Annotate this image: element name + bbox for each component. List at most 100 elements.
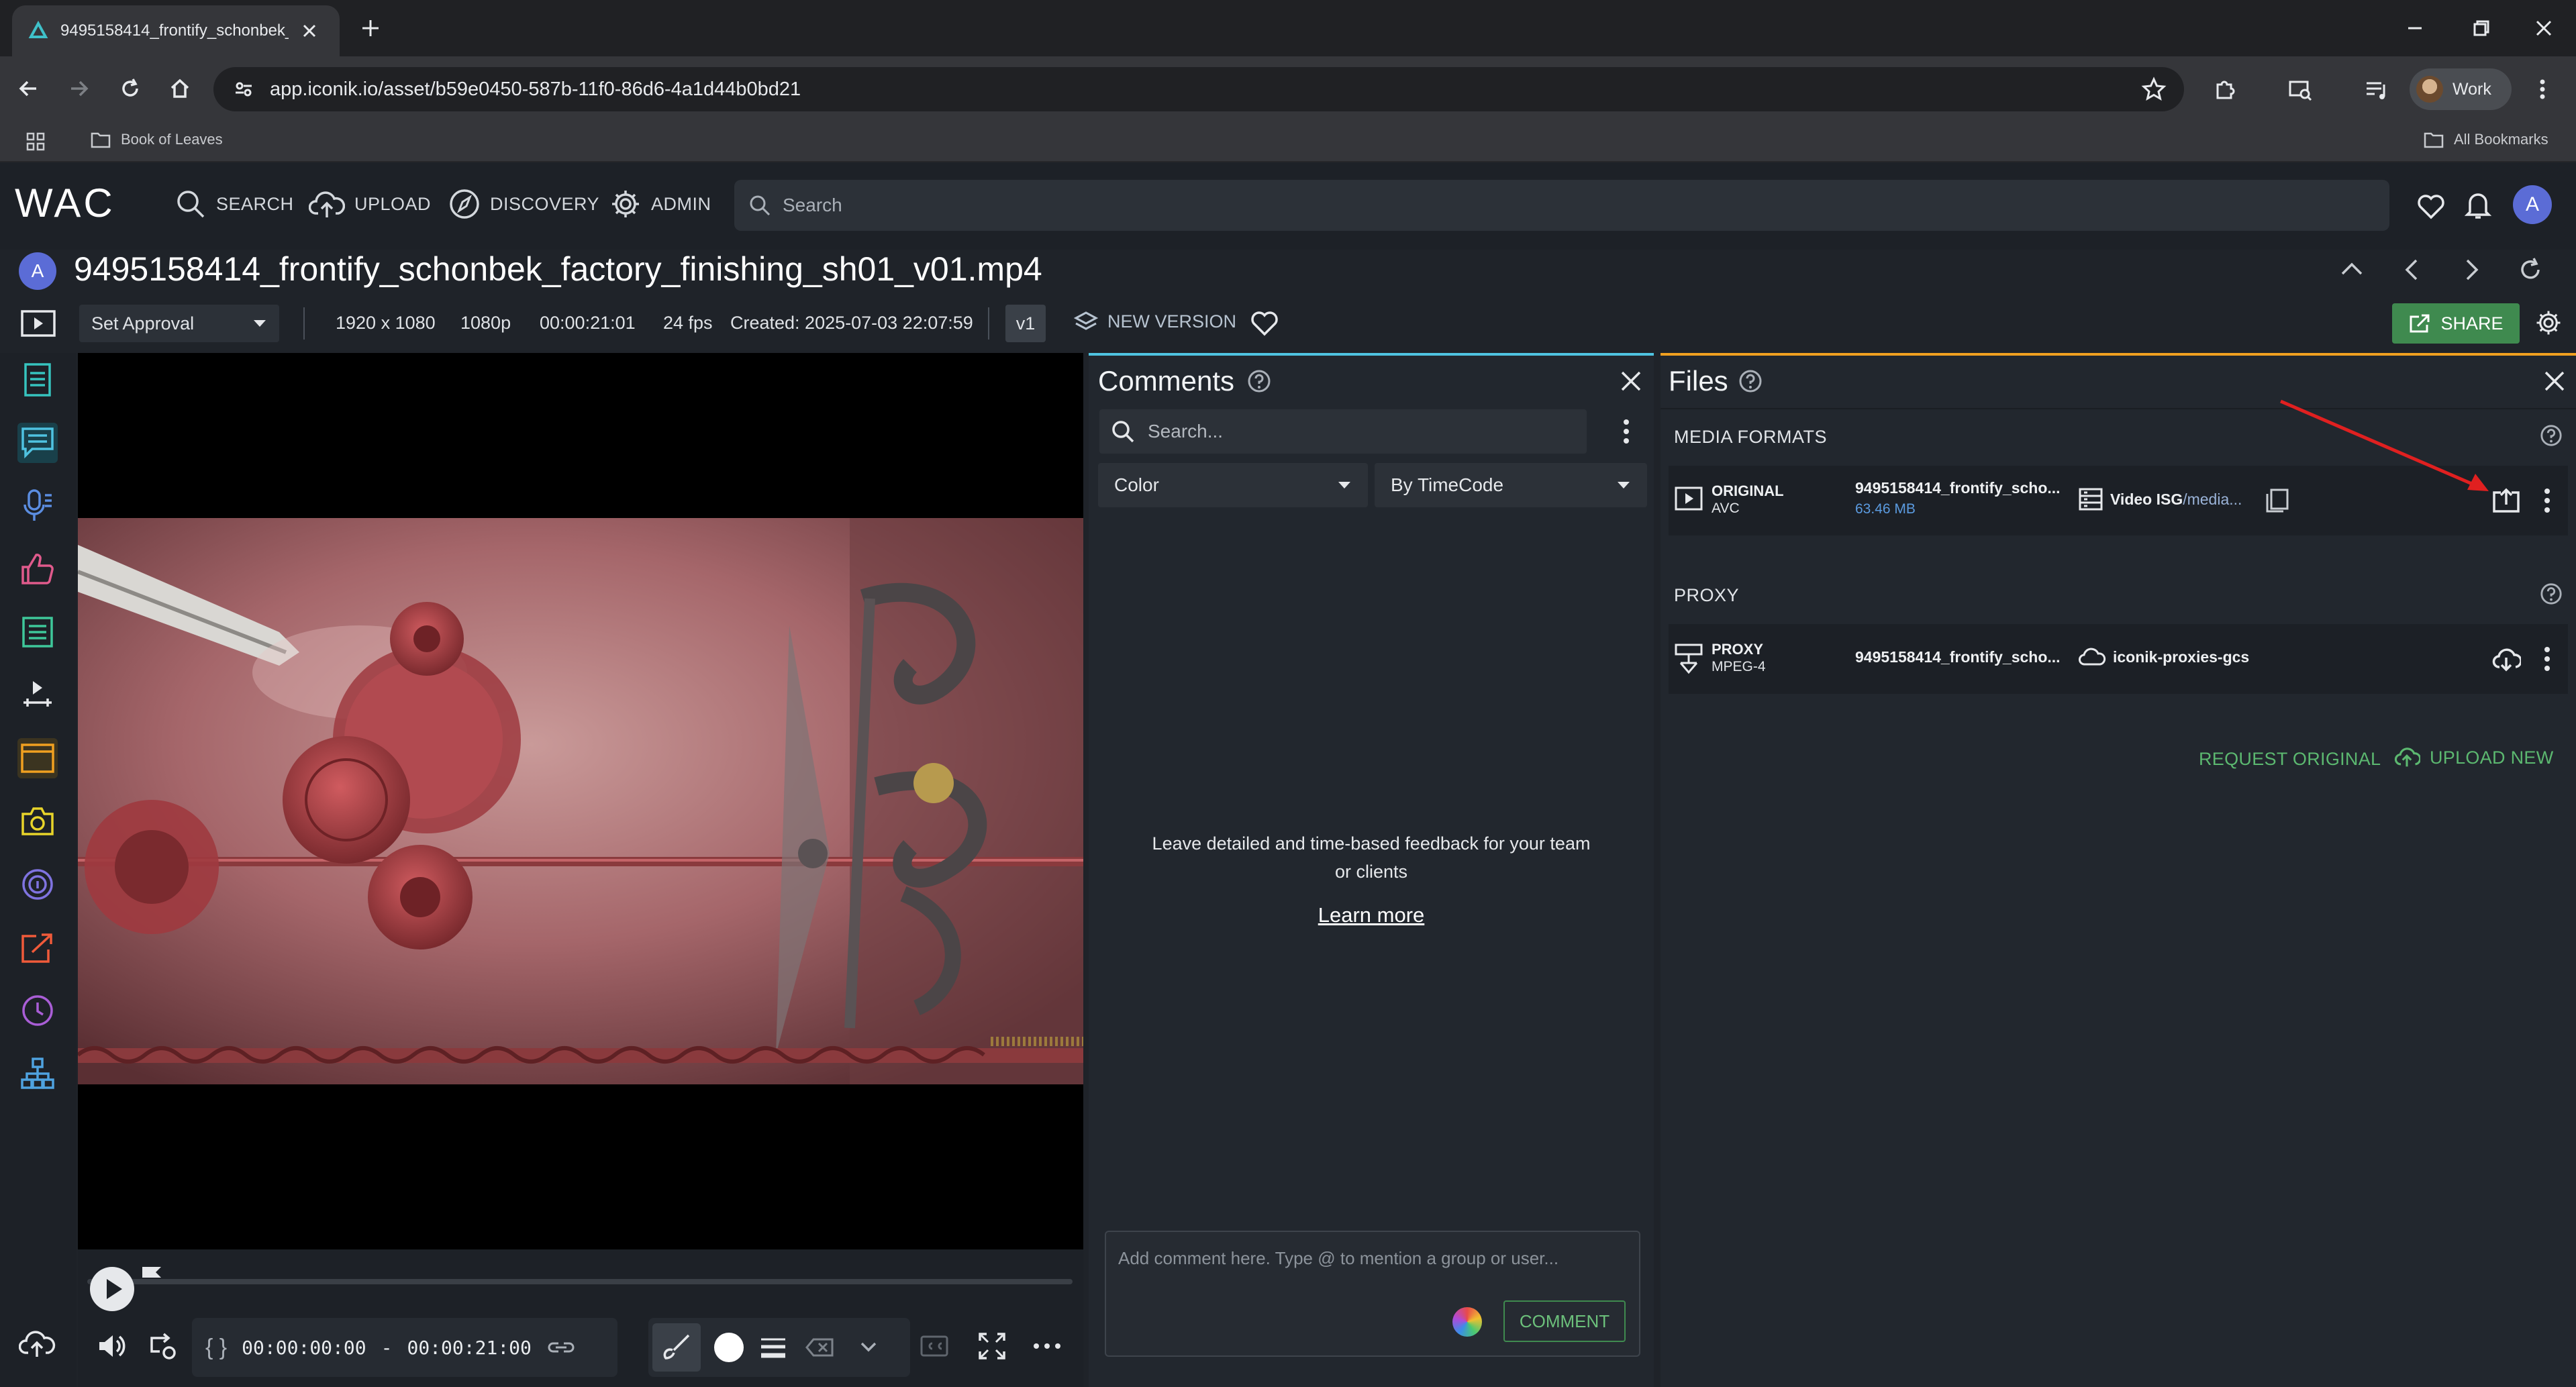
rail-notes-icon[interactable] — [17, 612, 58, 652]
rail-files-icon[interactable] — [17, 738, 58, 778]
timecode-range[interactable]: { } 00:00:00:00 - 00:00:21:00 — [192, 1318, 617, 1377]
upload-new-button[interactable]: UPLOAD NEW — [2393, 746, 2554, 769]
rail-comments-icon[interactable] — [17, 423, 58, 463]
comment-submit-button[interactable]: COMMENT — [1503, 1300, 1626, 1342]
player-mode-icon[interactable] — [20, 309, 56, 338]
favorites-heart-icon[interactable] — [2416, 192, 2446, 220]
bookmark-folder[interactable]: Book of Leaves — [90, 130, 223, 149]
notifications-bell-icon[interactable] — [2463, 189, 2493, 221]
nav-search-label: SEARCH — [216, 193, 294, 214]
sort-dropdown[interactable]: By TimeCode — [1375, 463, 1647, 507]
favorite-heart-icon[interactable] — [1250, 309, 1279, 337]
color-picker-swatch[interactable] — [714, 1333, 744, 1362]
collapse-up-icon[interactable] — [2338, 259, 2365, 279]
scrub-bar[interactable] — [87, 1279, 1073, 1284]
reload-icon[interactable] — [118, 76, 142, 101]
close-panel-icon[interactable] — [2542, 369, 2567, 393]
in-out-bracket-icon[interactable]: { } — [205, 1335, 227, 1361]
chevron-down-icon[interactable] — [859, 1341, 878, 1353]
back-icon[interactable] — [16, 76, 40, 101]
global-search-input[interactable]: Search — [734, 180, 2389, 231]
previous-asset-icon[interactable] — [2401, 256, 2422, 283]
rail-metadata-icon[interactable] — [17, 360, 58, 400]
comment-search-input[interactable]: Search... — [1099, 409, 1587, 454]
share-button[interactable]: SHARE — [2392, 303, 2520, 344]
site-settings-icon[interactable] — [234, 79, 254, 99]
rail-transcript-icon[interactable] — [17, 486, 58, 526]
cloud-icon — [2079, 648, 2106, 666]
timecode-end[interactable]: 00:00:21:00 — [407, 1337, 531, 1359]
comments-menu-icon[interactable] — [1622, 417, 1631, 446]
nav-upload[interactable]: UPLOAD — [309, 188, 431, 220]
app-logo[interactable]: WAC — [15, 180, 115, 226]
cloud-download-icon[interactable] — [2491, 647, 2521, 672]
request-original-button[interactable]: REQUEST ORIGINAL — [2199, 749, 2381, 770]
rail-history-icon[interactable] — [17, 990, 58, 1031]
learn-more-label[interactable]: Learn more — [1318, 903, 1425, 927]
help-icon[interactable] — [1738, 369, 1763, 393]
link-icon[interactable] — [546, 1338, 576, 1357]
new-tab-icon[interactable] — [360, 17, 381, 39]
help-icon[interactable] — [1247, 369, 1271, 393]
timecode-start[interactable]: 00:00:00:00 — [242, 1337, 366, 1359]
rail-timeline-icon[interactable] — [17, 675, 58, 715]
volume-icon[interactable] — [97, 1331, 128, 1361]
clear-drawing-icon[interactable] — [805, 1337, 835, 1358]
rail-info-icon[interactable] — [17, 864, 58, 905]
row-menu-icon[interactable] — [2542, 644, 2552, 674]
minimize-icon[interactable] — [2404, 17, 2426, 39]
original-storage[interactable]: Video ISG/media... — [2078, 487, 2242, 511]
rail-camera-icon[interactable] — [17, 801, 58, 841]
version-badge[interactable]: v1 — [1005, 305, 1046, 342]
play-button-icon[interactable] — [87, 1264, 137, 1314]
nav-admin[interactable]: ADMIN — [609, 188, 711, 220]
all-bookmarks[interactable]: All Bookmarks — [2423, 130, 2548, 149]
settings-gear-icon[interactable] — [2534, 309, 2563, 337]
owner-avatar[interactable]: A — [19, 252, 56, 290]
close-window-icon[interactable] — [2533, 17, 2555, 39]
new-version-button[interactable]: NEW VERSION — [1074, 310, 1236, 333]
learn-more-link[interactable]: Learn more — [1128, 903, 1615, 927]
browser-tab-active[interactable]: 9495158414_frontify_schonbek_fa — [12, 5, 340, 56]
stroke-width-icon[interactable] — [758, 1335, 788, 1359]
row-menu-icon[interactable] — [2542, 486, 2552, 515]
apps-grid-icon[interactable] — [26, 132, 46, 152]
rail-relations-icon[interactable] — [17, 1054, 58, 1094]
more-options-icon[interactable] — [1032, 1342, 1062, 1350]
help-icon[interactable] — [2540, 424, 2563, 447]
nav-discovery[interactable]: DISCOVERY — [448, 188, 599, 220]
refresh-icon[interactable] — [2517, 256, 2544, 283]
home-icon[interactable] — [168, 76, 192, 101]
rail-approval-thumbs-icon[interactable] — [17, 549, 58, 589]
duration: 00:00:21:01 — [540, 313, 636, 333]
user-avatar[interactable]: A — [2513, 185, 2552, 224]
media-controls-icon[interactable] — [2364, 76, 2389, 102]
browser-menu-icon[interactable] — [2537, 76, 2548, 102]
forward-icon[interactable] — [67, 76, 91, 101]
proxy-file-row[interactable]: PROXY MPEG-4 9495158414_frontify_scho...… — [1669, 624, 2568, 694]
nav-search[interactable]: SEARCH — [175, 188, 294, 220]
profile-button[interactable]: Work — [2410, 68, 2512, 110]
captions-icon[interactable] — [920, 1334, 949, 1358]
approval-dropdown[interactable]: Set Approval — [79, 305, 279, 342]
close-tab-icon[interactable] — [301, 22, 318, 40]
help-icon[interactable] — [2540, 582, 2563, 605]
video-frame[interactable] — [78, 518, 1083, 1084]
tab-search-icon[interactable] — [2287, 76, 2313, 102]
extensions-icon[interactable] — [2212, 76, 2238, 102]
restore-icon[interactable] — [2470, 17, 2491, 39]
next-asset-icon[interactable] — [2462, 256, 2482, 283]
rail-share-icon[interactable] — [17, 927, 58, 968]
color-wheel-icon[interactable] — [1452, 1307, 1482, 1337]
close-panel-icon[interactable] — [1619, 369, 1643, 393]
address-bar[interactable]: app.iconik.io/asset/b59e0450-587b-11f0-8… — [213, 67, 2184, 111]
proxy-storage[interactable]: iconik-proxies-gcs — [2078, 647, 2249, 667]
fullscreen-icon[interactable] — [977, 1331, 1007, 1361]
cloud-upload-icon — [2394, 748, 2420, 767]
brush-tool[interactable] — [652, 1323, 701, 1372]
marker-flag-icon[interactable] — [140, 1264, 164, 1284]
loop-settings-icon[interactable] — [148, 1331, 179, 1361]
color-filter-dropdown[interactable]: Color — [1098, 463, 1368, 507]
bookmark-star-icon[interactable] — [2141, 76, 2167, 102]
rail-cloud-upload-icon[interactable] — [17, 1323, 58, 1364]
